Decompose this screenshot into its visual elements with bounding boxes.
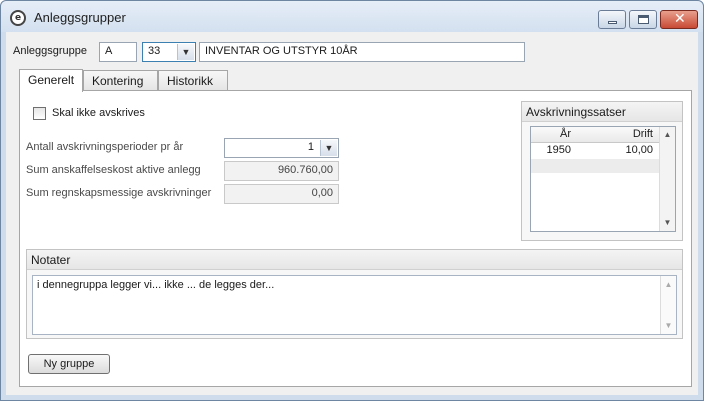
scroll-down-icon[interactable]: ▼	[662, 319, 675, 332]
accounting-label: Sum regnskapsmessige avskrivninger	[26, 187, 212, 199]
periods-combo[interactable]: 1 ▼	[224, 138, 339, 158]
chevron-down-icon[interactable]: ▼	[320, 140, 337, 156]
scroll-down-icon[interactable]: ▼	[661, 216, 674, 229]
minimize-icon	[608, 21, 617, 24]
sub-code-value: 33	[148, 45, 161, 57]
tab-kontering[interactable]: Kontering	[83, 70, 158, 91]
window-title: Anleggsgrupper	[34, 10, 126, 25]
chevron-down-icon[interactable]: ▼	[177, 44, 194, 60]
rates-scrollbar[interactable]: ▲ ▼	[659, 127, 675, 231]
notes-group: Notater i dennegruppa legger vi... ikke …	[26, 249, 683, 339]
new-row-placeholder[interactable]	[531, 159, 659, 173]
column-year[interactable]: År	[531, 128, 571, 140]
skip-depreciation-label: Skal ikke avskrives	[52, 107, 145, 119]
periods-label: Antall avskrivningsperioder pr år	[26, 141, 184, 153]
rates-grid-header: År Drift	[531, 127, 659, 143]
row-drift: 10,00	[625, 144, 653, 156]
dialog-body: Anleggsgruppe A 33 ▼ INVENTAR OG UTSTYR …	[6, 32, 698, 395]
new-group-button[interactable]: Ny gruppe	[28, 354, 110, 374]
tab-generelt[interactable]: Generelt	[19, 69, 83, 92]
acquisition-value: 960.760,00	[224, 161, 339, 181]
maximize-icon	[638, 15, 649, 24]
description-field[interactable]: INVENTAR OG UTSTYR 10ÅR	[199, 42, 525, 62]
notes-scrollbar[interactable]: ▲ ▼	[660, 276, 676, 334]
notes-title: Notater	[27, 250, 682, 270]
skip-depreciation-checkbox[interactable]	[33, 107, 46, 120]
notes-text: i dennegruppa legger vi... ikke ... de l…	[37, 279, 275, 291]
maximize-button[interactable]	[629, 10, 657, 29]
minimize-button[interactable]	[598, 10, 626, 29]
depreciation-rates-group: Avskrivningssatser År Drift 1950 10,00 ▲…	[521, 101, 683, 241]
app-logo-icon: e	[10, 10, 26, 26]
general-tab-panel: Skal ikke avskrives Antall avskrivningsp…	[19, 90, 692, 387]
title-bar[interactable]: e Anleggsgrupper ✕	[1, 1, 703, 32]
table-row[interactable]: 1950 10,00	[531, 144, 659, 159]
application-window: e Anleggsgrupper ✕ Anleggsgruppe A 33 ▼ …	[0, 0, 704, 401]
periods-value: 1	[307, 141, 314, 153]
rates-grid[interactable]: År Drift 1950 10,00 ▲ ▼	[530, 126, 676, 232]
close-icon: ✕	[674, 11, 686, 27]
sub-code-combo[interactable]: 33 ▼	[142, 42, 196, 62]
accounting-value: 0,00	[224, 184, 339, 204]
scroll-up-icon[interactable]: ▲	[662, 278, 675, 291]
column-drift[interactable]: Drift	[575, 128, 653, 140]
depreciation-rates-title: Avskrivningssatser	[522, 102, 682, 122]
group-label: Anleggsgruppe	[13, 45, 88, 57]
group-code-field[interactable]: A	[99, 42, 137, 62]
tab-historikk[interactable]: Historikk	[158, 70, 228, 91]
close-button[interactable]: ✕	[660, 10, 698, 29]
row-year: 1950	[546, 144, 571, 156]
scroll-up-icon[interactable]: ▲	[661, 128, 674, 141]
acquisition-label: Sum anskaffelseskost aktive anlegg	[26, 164, 201, 176]
notes-textarea[interactable]: i dennegruppa legger vi... ikke ... de l…	[32, 275, 677, 335]
